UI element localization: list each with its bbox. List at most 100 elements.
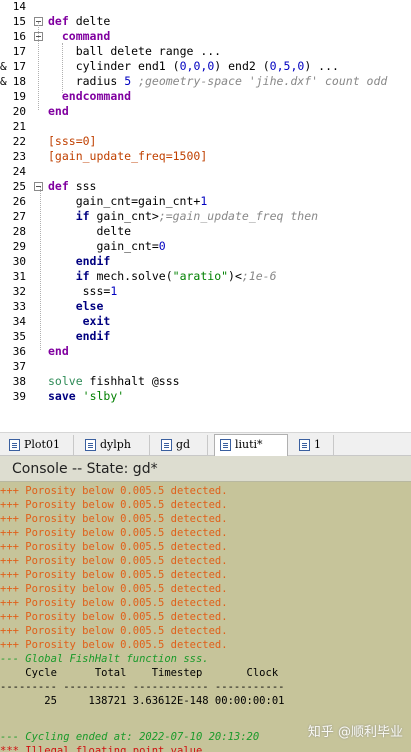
line-number: 14 <box>12 0 26 13</box>
code-line: 15 def delte <box>0 14 411 29</box>
code-text: endcommand <box>61 89 132 103</box>
code-line: 39 save 'slby' <box>0 389 411 404</box>
code-line: 35 endif <box>0 329 411 344</box>
code-text: [gain_update_freq=1500] <box>48 149 208 163</box>
line-number: 32 <box>12 285 26 298</box>
code-text: command <box>61 29 111 43</box>
tab-plot01[interactable]: Plot01 <box>4 435 74 455</box>
console-line: --- Global FishHalt function sss. <box>0 653 209 665</box>
line-number: 26 <box>12 195 26 208</box>
continuation-mark: & <box>0 60 7 73</box>
code-line: 21 <box>0 119 411 134</box>
tab-dylph[interactable]: dylph <box>80 435 150 455</box>
code-line: 32 sss=1 <box>0 284 411 299</box>
console-line: +++ Porosity below 0.005.5 detected. <box>0 583 228 595</box>
line-number: 16 <box>12 30 26 43</box>
console-line: --- Cycling ended at: 2022-07-10 20:13:2… <box>0 731 260 743</box>
code-line: 23 [gain_update_freq=1500] <box>0 149 411 164</box>
tab-label: Plot01 <box>24 438 60 451</box>
line-number: 36 <box>12 345 26 358</box>
tab-label: liuti* <box>235 438 263 451</box>
code-text: def sss <box>48 179 97 193</box>
document-icon <box>9 439 20 451</box>
console-line: --------- ---------- ------------ ------… <box>0 681 285 693</box>
line-number: 27 <box>12 210 26 223</box>
code-text: else <box>75 299 104 313</box>
line-number: 31 <box>12 270 26 283</box>
code-line: 29 gain_cnt=0 <box>0 239 411 254</box>
code-line: 20 end <box>0 104 411 119</box>
code-line: 37 <box>0 359 411 374</box>
line-number: 19 <box>12 90 26 103</box>
line-number: 25 <box>12 180 26 193</box>
code-text: cylinder end1 (0,0,0) end2 (0,5,0) ... <box>75 59 339 73</box>
tab-label: gd <box>176 438 191 451</box>
fold-guide <box>62 43 64 93</box>
watermark: 知乎 @顺利毕业 <box>307 725 403 740</box>
tab-liuti[interactable]: liuti* <box>214 434 288 456</box>
code-line: 27 if gain_cnt>;=gain_update_freq then <box>0 209 411 224</box>
code-line: 22 [sss=0] <box>0 134 411 149</box>
tab-label: dylph <box>100 438 131 451</box>
fold-guide <box>40 187 42 350</box>
console-line: +++ Porosity below 0.005.5 detected. <box>0 527 228 539</box>
code-line: 30 endif <box>0 254 411 269</box>
code-line: 38 solve fishhalt @sss <box>0 374 411 389</box>
console-line: +++ Porosity below 0.005.5 detected. <box>0 485 228 497</box>
document-icon <box>299 439 310 451</box>
console-line: Cycle Total Timestep Clock <box>0 667 279 679</box>
code-line: 25 def sss <box>0 179 411 194</box>
line-number: 37 <box>12 360 26 373</box>
fold-guide <box>38 22 40 110</box>
document-icon <box>220 439 231 451</box>
code-line: 36 end <box>0 344 411 359</box>
line-number: 17 <box>12 45 26 58</box>
console-line: +++ Porosity below 0.005.5 detected. <box>0 541 228 553</box>
console-title: Console -- State: gd* <box>0 456 411 482</box>
code-text: if mech.solve("aratio")<;1e-6 <box>75 269 277 283</box>
tab-1[interactable]: 1 <box>294 435 334 455</box>
line-number: 33 <box>12 300 26 313</box>
line-number: 35 <box>12 330 26 343</box>
code-text: exit <box>82 314 111 328</box>
code-line: 28 delte <box>0 224 411 239</box>
code-line: 24 <box>0 164 411 179</box>
code-text: delte <box>96 224 132 238</box>
line-number: 30 <box>12 255 26 268</box>
code-text: def delte <box>48 14 111 28</box>
console-line: *** Illegal floating point value. <box>0 745 209 752</box>
line-number: 21 <box>12 120 26 133</box>
line-number: 22 <box>12 135 26 148</box>
code-line: 31 if mech.solve("aratio")<;1e-6 <box>0 269 411 284</box>
code-line: 26 gain_cnt=gain_cnt+1 <box>0 194 411 209</box>
code-text: radius 5 ;geometry-space 'jihe.dxf' coun… <box>75 74 388 88</box>
code-editor[interactable]: 14 15 def delte 16 command 17 ball delete ra… <box>0 0 411 432</box>
code-text: gain_cnt=gain_cnt+1 <box>75 194 208 208</box>
line-number: 20 <box>12 105 26 118</box>
document-tab-bar: Plot01 dylph gd liuti* 1 <box>0 432 411 456</box>
code-text: endif <box>75 254 111 268</box>
code-text: end <box>48 344 69 358</box>
code-text: ball delete range ... <box>75 44 222 58</box>
code-line: 16 command <box>0 29 411 44</box>
line-number: 23 <box>12 150 26 163</box>
tab-label: 1 <box>314 438 321 451</box>
tab-gd[interactable]: gd <box>156 435 208 455</box>
code-line: 14 <box>0 0 411 14</box>
console-output[interactable]: +++ Porosity below 0.005.5 detected. +++ … <box>0 482 411 752</box>
code-text: if gain_cnt>;=gain_update_freq then <box>75 209 319 223</box>
code-text: sss=1 <box>82 284 118 298</box>
code-line: 34 exit <box>0 314 411 329</box>
line-number: 28 <box>12 225 26 238</box>
line-number: 38 <box>12 375 26 388</box>
code-text: endif <box>75 329 111 343</box>
console-line: +++ Porosity below 0.005.5 detected. <box>0 555 228 567</box>
document-icon <box>161 439 172 451</box>
code-text: solve fishhalt @sss <box>48 374 180 388</box>
console-line: +++ Porosity below 0.005.5 detected. <box>0 639 228 651</box>
code-text: save 'slby' <box>48 389 125 403</box>
console-line: 25 138721 3.63612E-148 00:00:00:01 <box>0 695 285 707</box>
console-line: +++ Porosity below 0.005.5 detected. <box>0 513 228 525</box>
console-line: +++ Porosity below 0.005.5 detected. <box>0 625 228 637</box>
line-number: 34 <box>12 315 26 328</box>
